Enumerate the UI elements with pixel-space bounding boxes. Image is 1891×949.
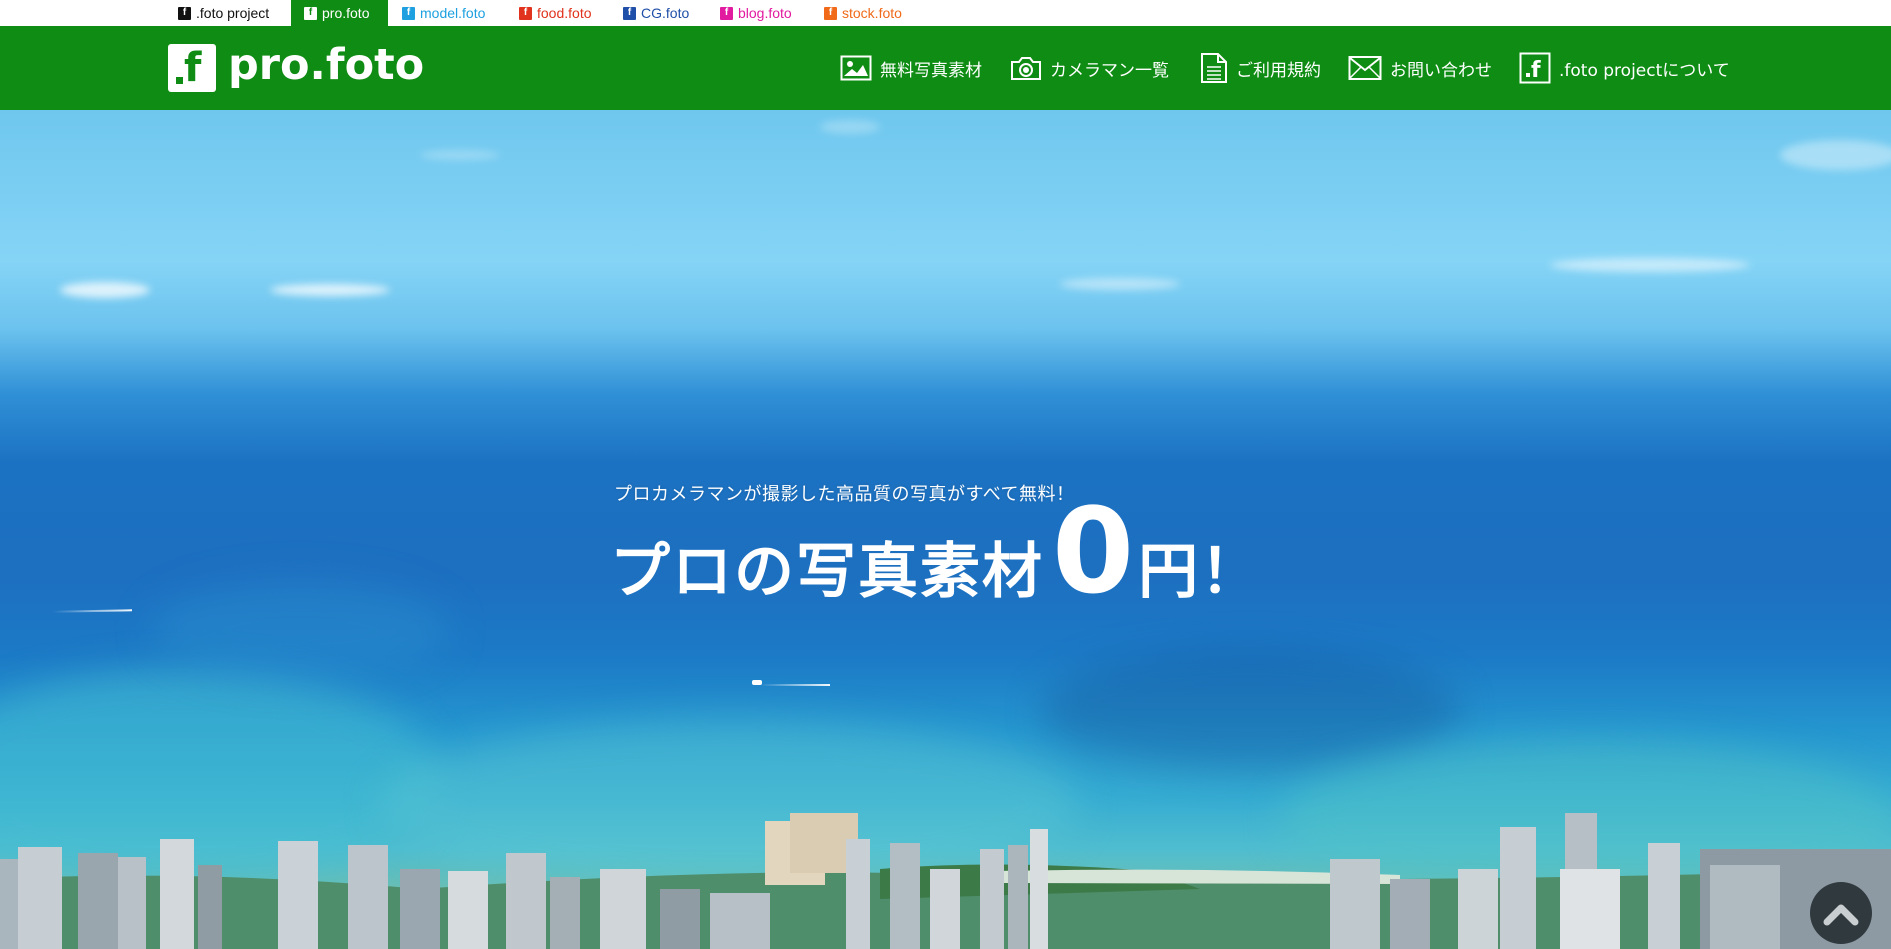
foto-logo-icon: f xyxy=(1519,52,1551,84)
nav-about[interactable]: f .foto projectについて xyxy=(1519,26,1730,110)
tab-cg-foto[interactable]: f CG.foto xyxy=(623,0,689,26)
nav-label: お問い合わせ xyxy=(1390,60,1492,81)
nav-free-photos[interactable]: 無料写真素材 xyxy=(840,26,982,110)
chevron-up-icon xyxy=(1823,904,1859,926)
camera-icon xyxy=(1010,55,1042,81)
nav-label: 無料写真素材 xyxy=(880,60,982,81)
pro-foto-icon: f xyxy=(304,6,317,20)
image-icon xyxy=(840,55,872,81)
city-skyline xyxy=(0,813,1891,949)
foto-project-icon: f xyxy=(178,6,191,20)
nav-contact[interactable]: お問い合わせ xyxy=(1348,26,1492,110)
svg-text:f: f xyxy=(1531,58,1541,83)
document-icon xyxy=(1200,52,1228,84)
hero-section: プロカメラマンが撮影した高品質の写真がすべて無料！ プロの写真素材 0 円！ xyxy=(0,110,1891,949)
tab-label: food.foto xyxy=(537,5,592,21)
tab-label: model.foto xyxy=(420,5,486,21)
nav-label: カメラマン一覧 xyxy=(1050,60,1169,81)
hero-title-main: プロの写真素材 xyxy=(610,537,1044,607)
nav-label: .foto projectについて xyxy=(1559,60,1730,81)
cg-foto-icon: f xyxy=(623,6,636,20)
tab-label: .foto project xyxy=(196,5,270,21)
tab-label: CG.foto xyxy=(641,5,690,21)
scroll-to-top-button[interactable] xyxy=(1810,882,1872,944)
project-tab-bar: f .foto project f pro.foto f model.foto … xyxy=(0,0,1891,26)
hero-title-end: 円！ xyxy=(1138,537,1263,607)
blog-foto-icon: f xyxy=(720,6,733,20)
tab-model-foto[interactable]: f model.foto xyxy=(402,0,485,26)
site-header: f pro.foto 無料写真素材 カメラマン一覧 ご利用規約 お問い合わせ f… xyxy=(0,26,1891,110)
tab-blog-foto[interactable]: f blog.foto xyxy=(720,0,792,26)
logo-mark: f xyxy=(168,44,216,92)
tab-foto-project[interactable]: f .foto project xyxy=(178,0,269,26)
nav-terms[interactable]: ご利用規約 xyxy=(1200,26,1321,110)
nav-photographers[interactable]: カメラマン一覧 xyxy=(1010,26,1169,110)
hero-title: プロの写真素材 0 円！ xyxy=(610,492,1262,610)
food-foto-icon: f xyxy=(519,6,532,20)
tab-label: blog.foto xyxy=(738,5,792,21)
tab-food-foto[interactable]: f food.foto xyxy=(519,0,592,26)
hero-title-zero: 0 xyxy=(1052,482,1135,620)
model-foto-icon: f xyxy=(402,6,415,20)
stock-foto-icon: f xyxy=(824,6,837,20)
mail-icon xyxy=(1348,55,1382,81)
logo-text: pro.foto xyxy=(228,40,425,90)
tab-stock-foto[interactable]: f stock.foto xyxy=(824,0,902,26)
nav-label: ご利用規約 xyxy=(1236,60,1321,81)
site-logo[interactable]: f pro.foto xyxy=(168,40,425,92)
tab-label: stock.foto xyxy=(842,5,902,21)
tab-label: pro.foto xyxy=(322,5,370,21)
tab-pro-foto[interactable]: f pro.foto xyxy=(291,0,388,26)
